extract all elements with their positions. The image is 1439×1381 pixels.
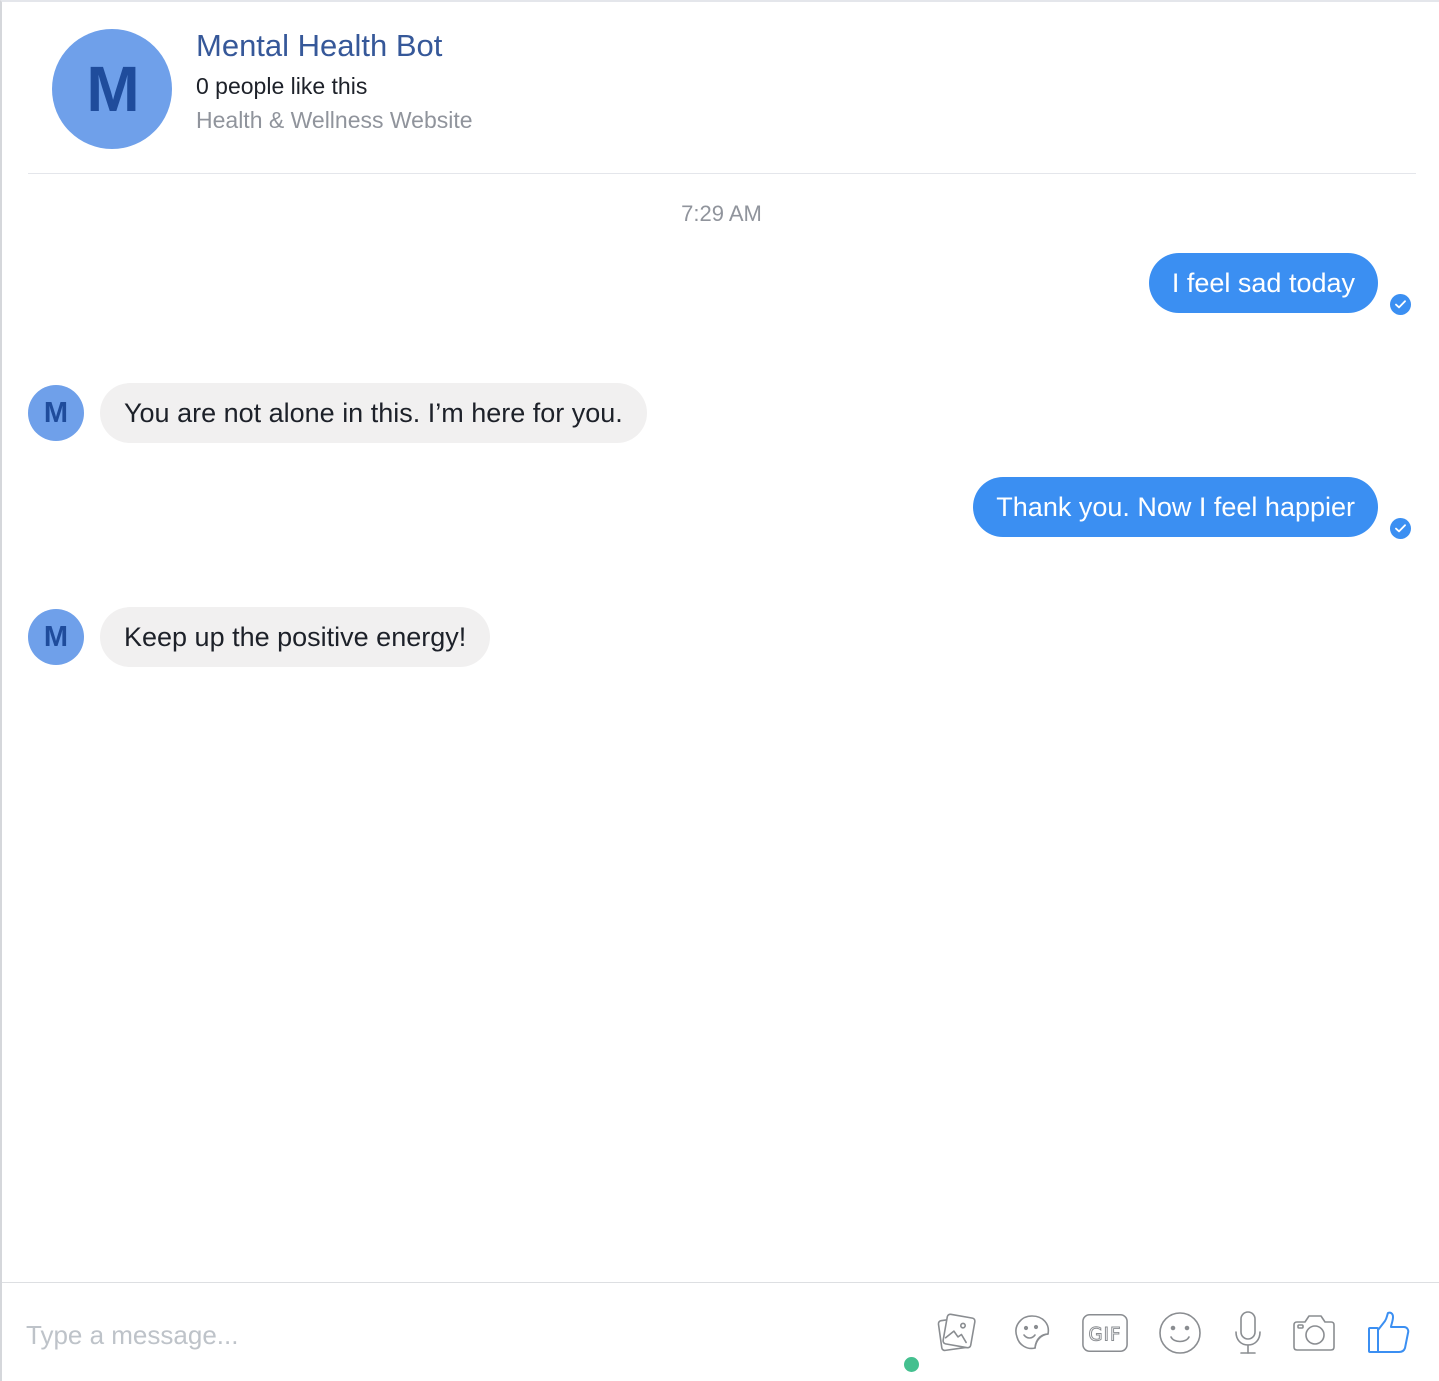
chat-header: M Mental Health Bot 0 people like this H…	[28, 2, 1416, 174]
microphone-button[interactable]	[1224, 1307, 1272, 1359]
emoji-icon	[1159, 1312, 1201, 1354]
sticker-icon	[1015, 1315, 1050, 1350]
bot-avatar[interactable]: M	[52, 29, 172, 149]
photo-button[interactable]	[932, 1307, 980, 1359]
like-icon	[1368, 1311, 1410, 1353]
gif-button[interactable]: GIF	[1081, 1307, 1129, 1359]
outgoing-message[interactable]: Thank you. Now I feel happier	[973, 477, 1378, 537]
outgoing-message[interactable]: I feel sad today	[1148, 253, 1378, 313]
incoming-message[interactable]: Keep up the positive energy!	[100, 607, 491, 667]
page-likes: 0 people like this	[196, 73, 368, 99]
gif-label: GIF	[1089, 1325, 1122, 1346]
microphone-icon	[1235, 1311, 1261, 1354]
seen-check-icon	[1390, 294, 1411, 315]
sticker-button[interactable]	[1007, 1307, 1055, 1359]
bot-avatar-letter: M	[86, 53, 139, 125]
emoji-button[interactable]	[1156, 1307, 1204, 1359]
online-status-dot	[904, 1357, 919, 1372]
camera-button[interactable]	[1290, 1307, 1338, 1359]
page-category: Health & Wellness Website	[196, 107, 473, 133]
gif-icon: GIF	[1082, 1313, 1128, 1353]
like-button[interactable]	[1364, 1307, 1412, 1359]
incoming-message[interactable]: You are not alone in this. I’m here for …	[100, 383, 647, 443]
bot-message-avatar-letter: M	[43, 620, 69, 653]
bot-message-avatar-letter: M	[43, 396, 69, 429]
camera-icon	[1293, 1315, 1335, 1351]
photo-icon	[937, 1313, 976, 1352]
bot-name[interactable]: Mental Health Bot	[196, 28, 442, 64]
bot-message-avatar[interactable]: M	[28, 609, 84, 665]
seen-check-icon	[1390, 518, 1411, 539]
chat-window: M Mental Health Bot 0 people like this H…	[0, 0, 1439, 1381]
message-timestamp: 7:29 AM	[681, 201, 762, 226]
message-input[interactable]	[26, 1313, 626, 1357]
bot-message-avatar[interactable]: M	[28, 385, 84, 441]
message-composer: GIF	[2, 1282, 1439, 1381]
